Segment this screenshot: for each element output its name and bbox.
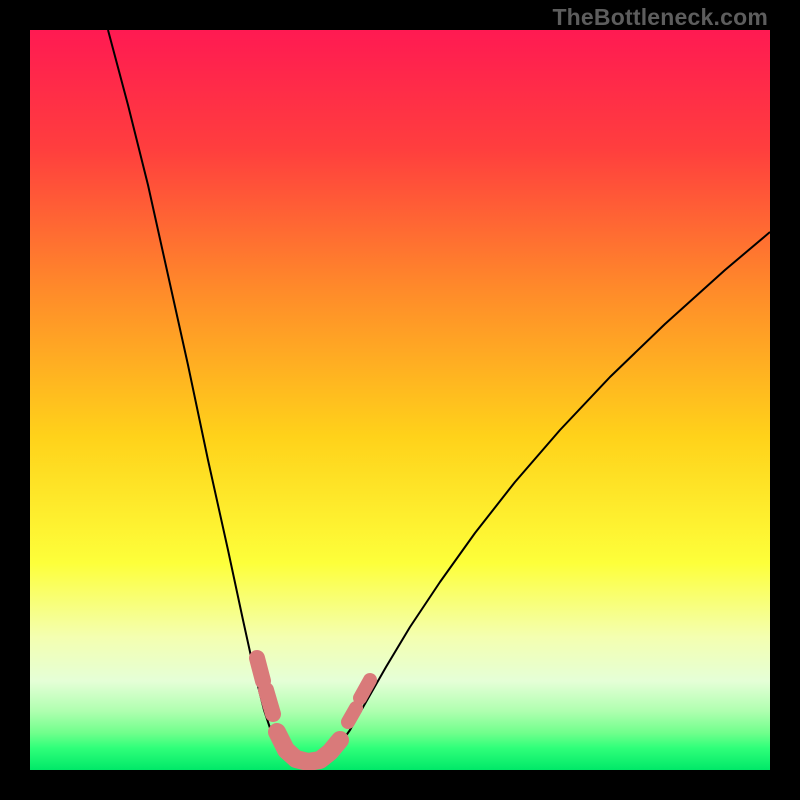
series-marker-trough bbox=[277, 732, 340, 762]
chart-stage: TheBottleneck.com bbox=[0, 0, 800, 800]
series-main-curve bbox=[108, 30, 770, 765]
series-marker-band-left bbox=[257, 658, 263, 681]
chart-plot-area bbox=[30, 30, 770, 770]
series-marker-band-left-2 bbox=[266, 690, 273, 714]
series-marker-band-right bbox=[348, 708, 356, 722]
watermark-text: TheBottleneck.com bbox=[552, 4, 768, 31]
curve-layer bbox=[30, 30, 770, 770]
series-marker-band-right-2 bbox=[360, 680, 370, 698]
